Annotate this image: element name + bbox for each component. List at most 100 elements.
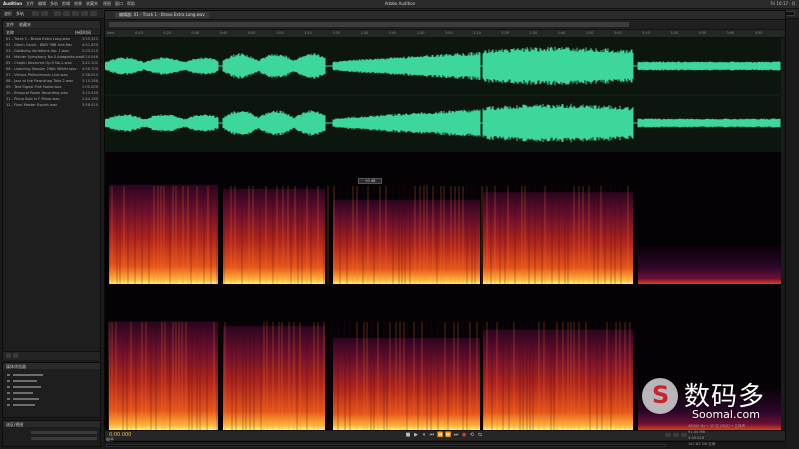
waveform-mode-button[interactable]: 波形 bbox=[4, 11, 12, 17]
selection-view-panel: 选区/视图 bbox=[2, 420, 101, 447]
zoom-in-icon[interactable] bbox=[665, 433, 671, 437]
ruler-tick: 0:40 bbox=[220, 31, 228, 35]
file-list-item[interactable]: 01 - Track 1 - Bravo Extra Long.wav 3:55.… bbox=[6, 37, 98, 42]
ruler-tick: hms bbox=[107, 31, 114, 35]
brush-tool-button[interactable] bbox=[90, 11, 97, 16]
ruler-tick: 3:10 bbox=[642, 31, 650, 35]
ruler-tick: 2:20 bbox=[501, 31, 509, 35]
file-duration: 3:58.020 bbox=[82, 103, 98, 107]
file-name: 06 - Listening Session 24bit 96kHz.wav bbox=[6, 67, 77, 71]
menu-view[interactable]: 视图 bbox=[103, 1, 111, 7]
tab-selection-view[interactable]: 选区/视图 bbox=[6, 422, 23, 428]
pitch-view-button[interactable] bbox=[41, 11, 48, 16]
tab-media-browser[interactable]: 媒体浏览器 bbox=[6, 364, 26, 370]
fast-forward-icon[interactable]: ⏩ bbox=[445, 432, 451, 438]
ruler-tick: 1:20 bbox=[332, 31, 340, 35]
file-name: 12 - Final Master Export.wav bbox=[6, 103, 57, 107]
file-duration: 3:55.322 bbox=[82, 37, 98, 41]
menu-effects[interactable]: 效果 bbox=[74, 1, 82, 7]
menu-edit[interactable]: 编辑 bbox=[38, 1, 46, 7]
file-list-item[interactable]: 06 - Listening Session 24bit 96kHz.wav 4:… bbox=[6, 67, 98, 72]
ruler-tick: 3:00 bbox=[614, 31, 622, 35]
file-list-item[interactable]: 12 - Final Master Export.wav 3:58.020 bbox=[6, 103, 98, 108]
file-list-item[interactable]: 07 - Vienna Philharmonic Live.wav 2:38.91… bbox=[6, 73, 98, 78]
app-menu[interactable]: Audition bbox=[3, 1, 22, 6]
file-duration: 3:42.102 bbox=[82, 61, 98, 65]
view-start-field[interactable] bbox=[31, 437, 97, 440]
level-meter bbox=[106, 444, 666, 447]
spectral-view-button[interactable] bbox=[32, 11, 39, 16]
marquee-tool-button[interactable] bbox=[72, 11, 79, 16]
menu-favorites[interactable]: 收藏夹 bbox=[86, 1, 98, 7]
file-name: 08 - Jazz at the Pawnshop Take 2.wav bbox=[6, 79, 73, 83]
column-name[interactable]: 名称 bbox=[6, 30, 14, 36]
levels-title: 电平 bbox=[106, 437, 114, 443]
ruler-tick: 2:50 bbox=[586, 31, 594, 35]
ruler-tick: 1:40 bbox=[389, 31, 397, 35]
search-icon[interactable] bbox=[6, 353, 11, 358]
file-size-text: 91.44 MB bbox=[688, 430, 705, 434]
file-list-item[interactable]: 03 - Goldberg Variations Var. 1.wav 2:03.… bbox=[6, 49, 98, 54]
ruler-tick: 3:50 bbox=[755, 31, 763, 35]
skip-back-icon[interactable]: ⏮ bbox=[429, 432, 435, 438]
file-list-item[interactable]: 02 - Glenn Gould - BWV 988 Aria.flac 4:41… bbox=[6, 43, 98, 48]
soomal-logo-letter: S bbox=[652, 381, 669, 409]
record-icon[interactable]: ● bbox=[461, 432, 467, 438]
overview-bar[interactable] bbox=[105, 20, 785, 29]
menu-clip[interactable]: 剪辑 bbox=[62, 1, 70, 7]
tab-files[interactable]: 文件 bbox=[6, 22, 14, 28]
time-selection-tool-button[interactable] bbox=[63, 11, 70, 16]
tab-editor[interactable]: 编辑器: 01 - Track 1 - Bravo Extra Long.wav bbox=[115, 12, 209, 18]
file-list-item[interactable]: 10 - Binaural Room Recording.wav 3:15.430 bbox=[6, 91, 98, 96]
menu-help[interactable]: 帮助 bbox=[127, 1, 135, 7]
file-duration: 3:15.430 bbox=[82, 91, 98, 95]
rewind-icon[interactable]: ⏪ bbox=[437, 432, 443, 438]
menu-multitrack[interactable]: 多轨 bbox=[50, 1, 58, 7]
zoom-out-icon[interactable] bbox=[673, 433, 679, 437]
file-list-item[interactable]: 05 - Chopin Nocturne Op.9 No.2.wav 3:42.1… bbox=[6, 61, 98, 66]
play-preview-button[interactable] bbox=[13, 353, 18, 358]
loop-icon[interactable]: ⟲ bbox=[469, 432, 475, 438]
ruler-tick: 2:10 bbox=[473, 31, 481, 35]
tab-favorites[interactable]: 收藏夹 bbox=[19, 22, 31, 28]
volume-hud[interactable]: +0 dB bbox=[358, 178, 382, 184]
overview-scroll-thumb[interactable] bbox=[109, 22, 629, 27]
file-list-item[interactable]: 04 - Mahler Symphony No.5 Adagietto.wav 3… bbox=[6, 55, 98, 60]
column-duration[interactable]: 持续时间 bbox=[75, 30, 91, 36]
file-duration: 3:20.046 bbox=[82, 55, 98, 59]
soomal-watermark: S 数码多 Soomal.com bbox=[642, 376, 792, 422]
skip-forward-icon[interactable]: ⏭ bbox=[453, 432, 459, 438]
window-title: Adobe Audition bbox=[340, 1, 460, 6]
file-name: 09 - Test Signal Pink Noise.wav bbox=[6, 85, 62, 89]
skip-selection-icon[interactable]: ⇆ bbox=[477, 432, 483, 438]
file-list-item[interactable]: 11 - Piano Solo in F Minor.wav 2:44.160 bbox=[6, 97, 98, 102]
time-ruler[interactable]: hms 0:10 0:20 0:30 0:40 0:50 1:00 1:10 1:20 1:30 1… bbox=[105, 30, 785, 38]
media-browser-panel: 媒体浏览器 bbox=[2, 362, 101, 418]
media-browser-tabs: 媒体浏览器 bbox=[3, 363, 100, 369]
amplitude-scale bbox=[781, 38, 785, 430]
selection-view-tabs: 选区/视图 bbox=[3, 421, 100, 427]
transport-bar: 0:00.000 ■ ▶ ⏸ ⏮ ⏪ ⏩ ⏭ ● ⟲ ⇆ bbox=[105, 430, 785, 440]
menu-window[interactable]: 窗口 bbox=[115, 1, 123, 7]
file-name: 03 - Goldberg Variations Var. 1.wav bbox=[6, 49, 69, 53]
selection-start-field[interactable] bbox=[31, 431, 97, 434]
files-panel-footer bbox=[3, 351, 100, 360]
zoom-full-icon[interactable] bbox=[681, 433, 687, 437]
lasso-tool-button[interactable] bbox=[81, 11, 88, 16]
menu-file[interactable]: 文件 bbox=[26, 1, 34, 7]
ruler-tick: 3:30 bbox=[699, 31, 707, 35]
file-name: 04 - Mahler Symphony No.5 Adagietto.wav bbox=[6, 55, 83, 59]
file-duration: 2:38.914 bbox=[82, 73, 98, 77]
move-tool-button[interactable] bbox=[54, 11, 61, 16]
file-list-item[interactable]: 09 - Test Signal Pink Noise.wav 1:00.000 bbox=[6, 85, 98, 90]
multitrack-mode-button[interactable]: 多轨 bbox=[16, 11, 24, 17]
waveform-display[interactable] bbox=[105, 38, 781, 151]
stop-icon[interactable]: ■ bbox=[405, 432, 411, 438]
file-duration: 4:06.700 bbox=[82, 67, 98, 71]
ruler-tick: 2:30 bbox=[530, 31, 538, 35]
pause-icon[interactable]: ⏸ bbox=[421, 432, 427, 438]
file-list-item[interactable]: 08 - Jazz at the Pawnshop Take 2.wav 5:10… bbox=[6, 79, 98, 84]
ruler-tick: 3:40 bbox=[727, 31, 735, 35]
play-icon[interactable]: ▶ bbox=[413, 432, 419, 438]
file-name: 02 - Glenn Gould - BWV 988 Aria.flac bbox=[6, 43, 72, 47]
